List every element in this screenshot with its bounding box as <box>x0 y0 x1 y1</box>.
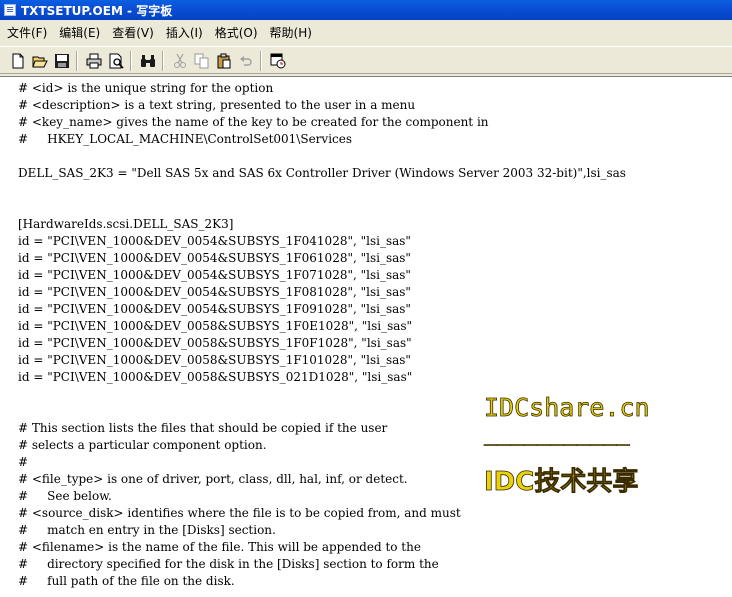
scissors-icon <box>174 53 186 68</box>
document-line: # <id> is the unique string for the opti… <box>18 81 274 95</box>
save-button[interactable] <box>52 51 72 71</box>
cut-button[interactable] <box>170 51 190 71</box>
print-button[interactable] <box>84 51 104 71</box>
clipboard-icon <box>217 53 231 69</box>
document-line: id = "PCI\VEN_1000&DEV_0054&SUBSYS_1F071… <box>18 268 411 282</box>
menu-view[interactable]: 查看(V) <box>107 23 159 43</box>
toolbar-separator <box>130 51 132 71</box>
document-line: # See below. <box>18 489 112 503</box>
window-title: TXTSETUP.OEM - 写字板 <box>21 3 173 18</box>
document-line: DELL_SAS_2K3 = "Dell SAS 5x and SAS 6x C… <box>18 166 626 180</box>
document-line: [HardwareIds.scsi.DELL_SAS_2K3] <box>18 217 234 231</box>
open-button[interactable] <box>30 51 50 71</box>
document-line: # full path of the file on the disk. <box>18 574 235 588</box>
printer-icon <box>86 53 102 69</box>
floppy-disk-icon <box>55 54 69 68</box>
document-line: # <key_name> gives the name of the key t… <box>18 115 489 129</box>
print-preview-icon <box>109 53 124 69</box>
watermark-site: IDCshare.cn <box>484 393 650 423</box>
menu-file[interactable]: 文件(F) <box>2 23 52 43</box>
wordpad-icon <box>4 4 16 16</box>
menu-bar: 文件(F) 编辑(E) 查看(V) 插入(I) 格式(O) 帮助(H) <box>0 22 732 44</box>
insert-date-time-button[interactable] <box>268 51 288 71</box>
document-line: # directory specified for the disk in th… <box>18 557 439 571</box>
toolbar-separator <box>260 51 262 71</box>
toolbar-separator <box>76 51 78 71</box>
new-document-icon <box>12 53 24 69</box>
calendar-clock-icon <box>270 53 286 69</box>
document-line: id = "PCI\VEN_1000&DEV_0058&SUBSYS_1F0F1… <box>18 336 412 350</box>
watermark-slogan: IDC技术共享 <box>484 467 639 498</box>
document-line: # match en entry in the [Disks] section. <box>18 523 276 537</box>
document-line: id = "PCI\VEN_1000&DEV_0058&SUBSYS_1F0E1… <box>18 319 413 333</box>
document-line: # <file_type> is one of driver, port, cl… <box>18 472 408 486</box>
document-line: # <filename> is the name of the file. Th… <box>18 540 421 554</box>
binoculars-icon <box>141 55 155 67</box>
document-line: # <box>18 455 29 469</box>
document-line: id = "PCI\VEN_1000&DEV_0054&SUBSYS_1F041… <box>18 234 411 248</box>
document-line: id = "PCI\VEN_1000&DEV_0058&SUBSYS_021D1… <box>18 370 413 384</box>
document-line: id = "PCI\VEN_1000&DEV_0054&SUBSYS_1F081… <box>18 285 411 299</box>
paste-button[interactable] <box>214 51 234 71</box>
document-line: # selects a particular component option. <box>18 438 267 452</box>
document-line: id = "PCI\VEN_1000&DEV_0054&SUBSYS_1F091… <box>18 302 411 316</box>
document-line: # HKEY_LOCAL_MACHINE\ControlSet001\Servi… <box>18 132 353 146</box>
print-preview-button[interactable] <box>106 51 126 71</box>
document-line: # <description> is a text string, presen… <box>18 98 416 112</box>
undo-button[interactable] <box>236 51 256 71</box>
menu-help[interactable]: 帮助(H) <box>265 23 317 43</box>
wordpad-window: TXTSETUP.OEM - 写字板 文件(F) 编辑(E) 查看(V) 插入(… <box>0 0 732 597</box>
document-line: id = "PCI\VEN_1000&DEV_0054&SUBSYS_1F061… <box>18 251 411 265</box>
new-button[interactable] <box>8 51 28 71</box>
menu-format[interactable]: 格式(O) <box>210 23 263 43</box>
title-bar[interactable]: TXTSETUP.OEM - 写字板 <box>0 0 732 20</box>
toolbar <box>0 46 732 74</box>
document-line: # <source_disk> identifies where the fil… <box>18 506 461 520</box>
copy-icon <box>194 53 209 69</box>
menu-edit[interactable]: 编辑(E) <box>54 23 105 43</box>
document-line: id = "PCI\VEN_1000&DEV_0058&SUBSYS_1F101… <box>18 353 411 367</box>
toolbar-separator <box>162 51 164 71</box>
watermark-rule: ___________ <box>484 421 631 447</box>
menu-insert[interactable]: 插入(I) <box>161 23 208 43</box>
document-area[interactable]: # <id> is the unique string for the opti… <box>0 76 732 597</box>
open-folder-icon <box>32 56 48 68</box>
undo-arrow-icon <box>240 56 252 66</box>
copy-button[interactable] <box>192 51 212 71</box>
document-line: # This section lists the files that shou… <box>18 421 388 435</box>
find-button[interactable] <box>138 51 158 71</box>
